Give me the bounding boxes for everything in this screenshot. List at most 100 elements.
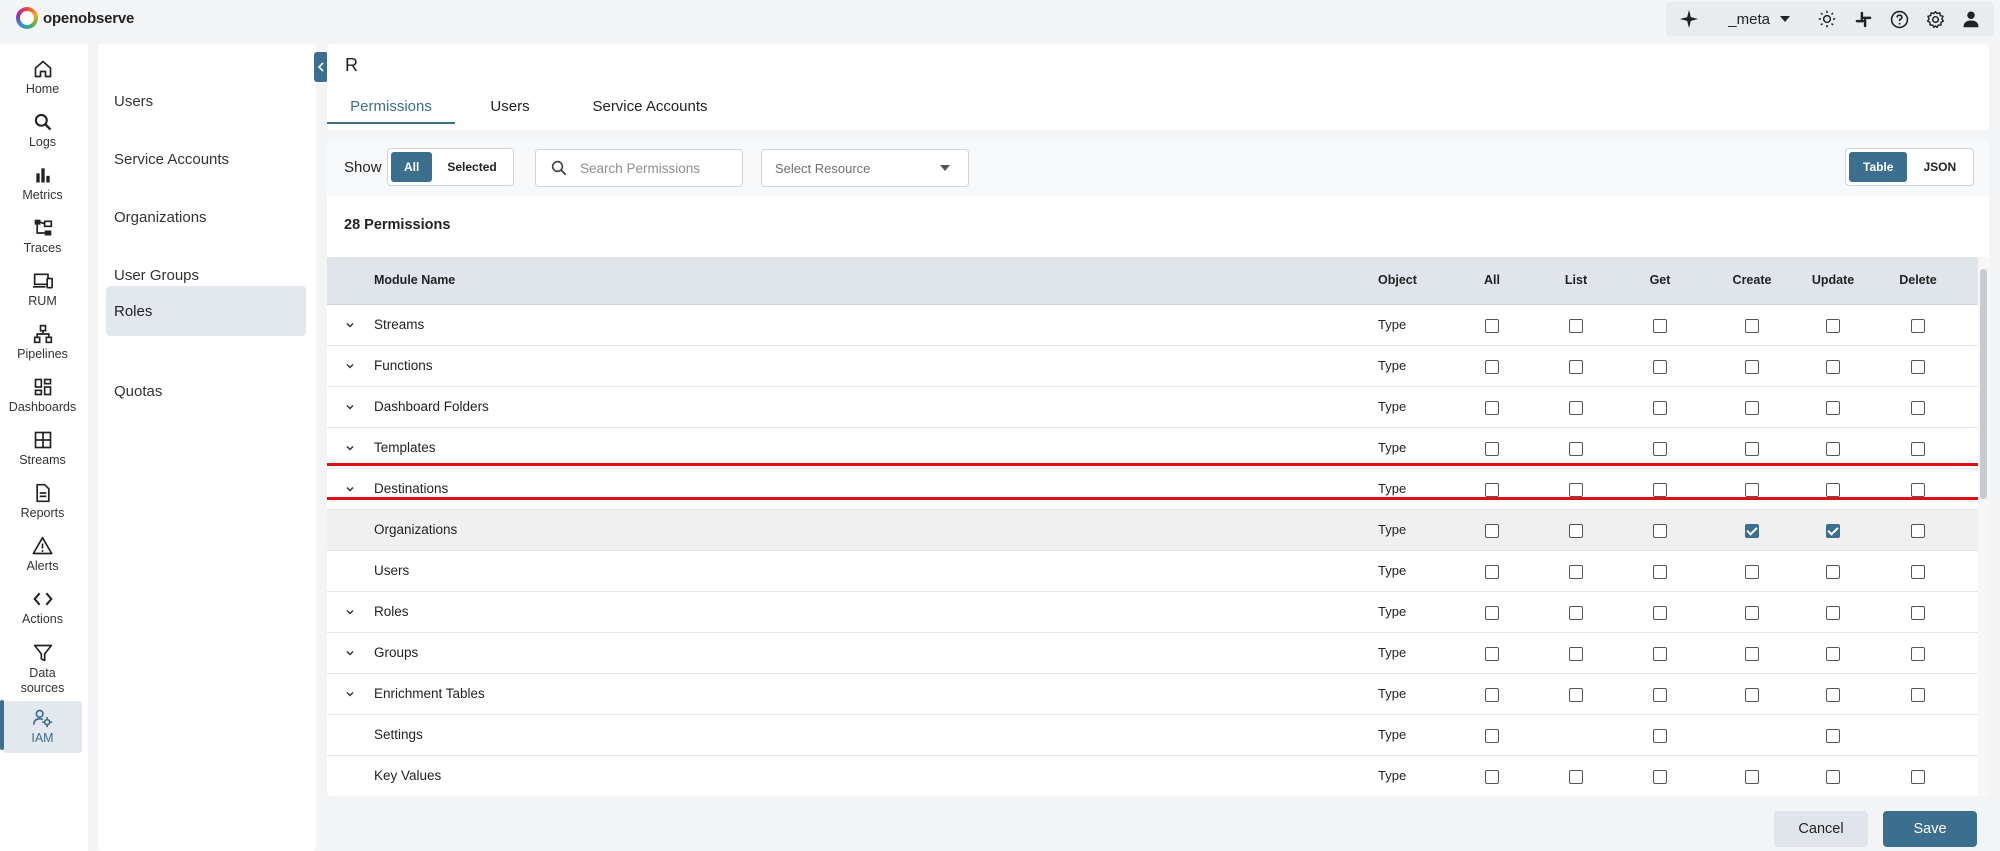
nav-logs[interactable]: Logs — [3, 105, 82, 157]
chevron-down-icon[interactable] — [343, 646, 357, 660]
view-json-button[interactable]: JSON — [1909, 152, 1970, 182]
checkbox-list[interactable] — [1569, 606, 1583, 620]
checkbox-get[interactable] — [1653, 524, 1667, 538]
checkbox-get[interactable] — [1653, 770, 1667, 784]
checkbox-list[interactable] — [1569, 483, 1583, 497]
nav-dashboards[interactable]: Dashboards — [3, 370, 82, 422]
checkbox-create[interactable] — [1745, 606, 1759, 620]
show-selected-button[interactable]: Selected — [434, 152, 509, 182]
checkbox-list[interactable] — [1569, 770, 1583, 784]
nav-pipelines[interactable]: Pipelines — [3, 317, 82, 369]
brand-logo[interactable]: openobserve — [16, 7, 134, 29]
checkbox-all[interactable] — [1485, 401, 1499, 415]
search-input[interactable] — [580, 160, 730, 176]
chevron-down-icon[interactable] — [343, 441, 357, 455]
nav-reports[interactable]: Reports — [3, 476, 82, 528]
save-button[interactable]: Save — [1883, 811, 1977, 847]
checkbox-delete[interactable] — [1911, 319, 1925, 333]
checkbox-delete[interactable] — [1911, 442, 1925, 456]
chevron-down-icon[interactable] — [343, 482, 357, 496]
checkbox-all[interactable] — [1485, 729, 1499, 743]
checkbox-list[interactable] — [1569, 647, 1583, 661]
help-icon[interactable] — [1882, 2, 1916, 36]
checkbox-create[interactable] — [1745, 401, 1759, 415]
checkbox-update[interactable] — [1826, 729, 1840, 743]
checkbox-all[interactable] — [1485, 688, 1499, 702]
checkbox-get[interactable] — [1653, 647, 1667, 661]
checkbox-all[interactable] — [1485, 606, 1499, 620]
checkbox-create[interactable] — [1745, 319, 1759, 333]
checkbox-update[interactable] — [1826, 319, 1840, 333]
checkbox-create[interactable] — [1745, 524, 1759, 538]
checkbox-create[interactable] — [1745, 647, 1759, 661]
checkbox-create[interactable] — [1745, 442, 1759, 456]
checkbox-update[interactable] — [1826, 770, 1840, 784]
checkbox-get[interactable] — [1653, 606, 1667, 620]
search-box[interactable] — [535, 149, 743, 187]
show-all-button[interactable]: All — [391, 152, 433, 182]
scrollbar-thumb[interactable] — [1980, 269, 1987, 499]
cancel-button[interactable]: Cancel — [1774, 811, 1868, 847]
nav-actions[interactable]: Actions — [3, 582, 82, 634]
checkbox-all[interactable] — [1485, 319, 1499, 333]
checkbox-list[interactable] — [1569, 442, 1583, 456]
table-scrollbar[interactable] — [1978, 257, 1989, 796]
checkbox-delete[interactable] — [1911, 647, 1925, 661]
checkbox-update[interactable] — [1826, 360, 1840, 374]
checkbox-delete[interactable] — [1911, 565, 1925, 579]
submenu-service-accounts[interactable]: Service Accounts — [106, 134, 306, 184]
chevron-down-icon[interactable] — [343, 400, 357, 414]
checkbox-get[interactable] — [1653, 319, 1667, 333]
checkbox-delete[interactable] — [1911, 606, 1925, 620]
checkbox-delete[interactable] — [1911, 360, 1925, 374]
view-table-button[interactable]: Table — [1849, 152, 1908, 182]
slack-icon[interactable] — [1846, 2, 1880, 36]
chevron-down-icon[interactable] — [343, 318, 357, 332]
nav-metrics[interactable]: Metrics — [3, 158, 82, 210]
settings-gear-icon[interactable] — [1918, 2, 1952, 36]
user-account-icon[interactable] — [1954, 2, 1988, 36]
checkbox-all[interactable] — [1485, 647, 1499, 661]
submenu-roles[interactable]: Roles — [106, 286, 306, 336]
checkbox-update[interactable] — [1826, 647, 1840, 661]
nav-alerts[interactable]: Alerts — [3, 529, 82, 581]
checkbox-list[interactable] — [1569, 319, 1583, 333]
ai-sparkle-icon[interactable] — [1672, 2, 1706, 36]
checkbox-create[interactable] — [1745, 565, 1759, 579]
checkbox-list[interactable] — [1569, 360, 1583, 374]
nav-iam[interactable]: IAM — [3, 701, 82, 753]
submenu-users[interactable]: Users — [106, 76, 306, 126]
tab-permissions[interactable]: Permissions — [327, 91, 455, 121]
theme-sun-icon[interactable] — [1810, 2, 1844, 36]
checkbox-get[interactable] — [1653, 483, 1667, 497]
checkbox-create[interactable] — [1745, 483, 1759, 497]
checkbox-update[interactable] — [1826, 524, 1840, 538]
checkbox-delete[interactable] — [1911, 688, 1925, 702]
checkbox-get[interactable] — [1653, 729, 1667, 743]
chevron-down-icon[interactable] — [343, 687, 357, 701]
checkbox-list[interactable] — [1569, 565, 1583, 579]
nav-home[interactable]: Home — [3, 52, 82, 104]
submenu-quotas[interactable]: Quotas — [106, 366, 306, 416]
nav-rum[interactable]: RUM — [3, 264, 82, 316]
checkbox-list[interactable] — [1569, 401, 1583, 415]
chevron-down-icon[interactable] — [343, 359, 357, 373]
nav-streams[interactable]: Streams — [3, 423, 82, 475]
checkbox-create[interactable] — [1745, 688, 1759, 702]
checkbox-get[interactable] — [1653, 565, 1667, 579]
checkbox-all[interactable] — [1485, 360, 1499, 374]
checkbox-update[interactable] — [1826, 565, 1840, 579]
tab-users[interactable]: Users — [455, 91, 565, 121]
tab-service-accounts[interactable]: Service Accounts — [565, 91, 735, 121]
collapse-submenu-button[interactable] — [314, 52, 328, 82]
checkbox-get[interactable] — [1653, 688, 1667, 702]
checkbox-all[interactable] — [1485, 483, 1499, 497]
resource-select[interactable]: Select Resource — [761, 149, 969, 187]
checkbox-delete[interactable] — [1911, 524, 1925, 538]
checkbox-all[interactable] — [1485, 770, 1499, 784]
checkbox-delete[interactable] — [1911, 770, 1925, 784]
checkbox-get[interactable] — [1653, 442, 1667, 456]
checkbox-all[interactable] — [1485, 442, 1499, 456]
checkbox-delete[interactable] — [1911, 401, 1925, 415]
checkbox-delete[interactable] — [1911, 483, 1925, 497]
